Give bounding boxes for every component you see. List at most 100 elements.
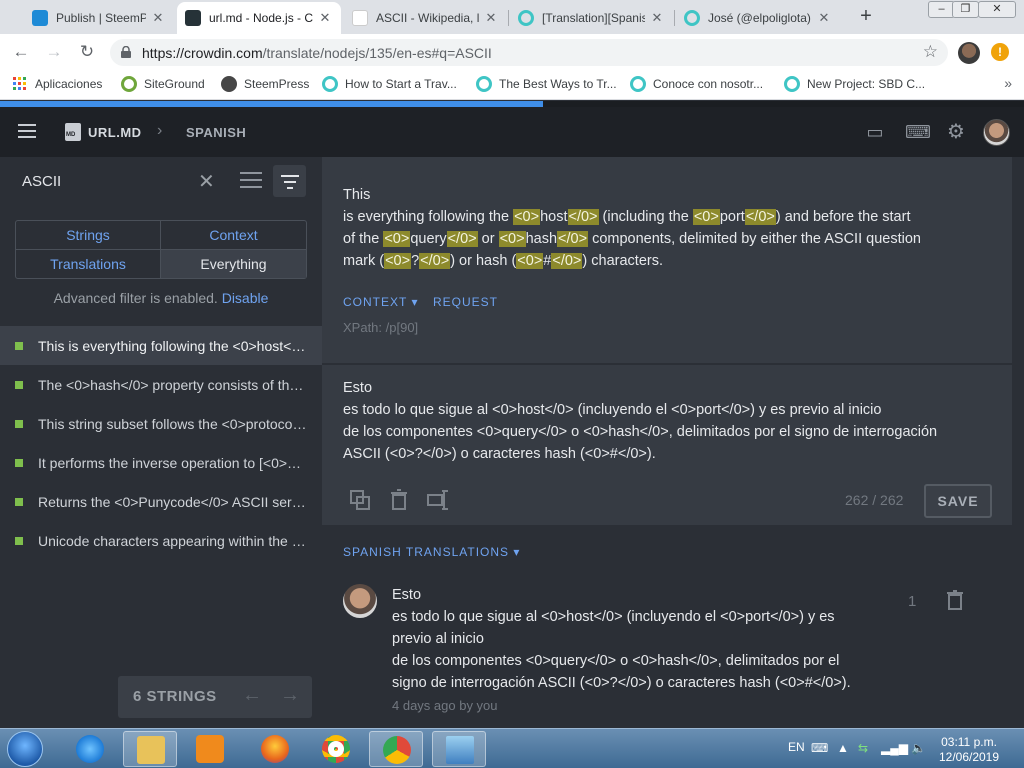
placeholder-tag[interactable]: </0> [446, 231, 478, 247]
bookmark-apps[interactable]: Aplicaciones [12, 76, 102, 92]
taskbar-photos[interactable] [432, 731, 486, 767]
forward-arrow-icon[interactable]: → [42, 40, 66, 64]
profile-avatar[interactable] [958, 42, 980, 64]
placeholder-tag[interactable]: </0> [744, 209, 776, 225]
placeholder-tag[interactable]: </0> [551, 253, 583, 269]
browser-tab[interactable]: José (@elpoliglota) ✕ [676, 2, 840, 34]
bookmark-item[interactable]: The Best Ways to Tr... [476, 76, 617, 92]
media-player-icon [196, 735, 224, 763]
start-button[interactable] [7, 731, 43, 767]
placeholder-tag[interactable]: </0> [567, 209, 599, 225]
string-list-item[interactable]: This string subset follows the <0>protoc… [0, 404, 322, 443]
context-toggle[interactable]: CONTEXT ▾ [343, 295, 418, 309]
user-avatar[interactable] [983, 119, 1010, 146]
split-text-icon[interactable] [427, 489, 449, 511]
bookmark-siteground[interactable]: SiteGround [121, 76, 205, 92]
taskbar-firefox[interactable] [248, 731, 302, 767]
translations-section-toggle[interactable]: SPANISH TRANSLATIONS ▾ [343, 545, 520, 559]
breadcrumb-file[interactable]: URL.MD [88, 125, 142, 140]
browser-tab[interactable]: [Translation][Spanish] ✕ [510, 2, 673, 34]
bookmark-steempress[interactable]: SteemPress [221, 76, 309, 92]
placeholder-tag[interactable]: <0> [383, 231, 411, 247]
clear-search-icon[interactable]: ✕ [198, 169, 215, 194]
placeholder-tag[interactable]: <0> [516, 253, 544, 269]
taskbar-media-player[interactable] [183, 731, 237, 767]
placeholder-tag[interactable]: <0> [498, 231, 526, 247]
breadcrumb-language[interactable]: SPANISH [186, 125, 246, 140]
minimize-button[interactable]: – [928, 1, 955, 18]
translator-avatar[interactable] [343, 584, 377, 618]
translation-editor[interactable]: Esto es todo lo que sigue al <0>host</0>… [322, 365, 1012, 525]
close-window-button[interactable]: ✕ [978, 1, 1016, 18]
taskbar-file-explorer[interactable] [123, 731, 177, 767]
hamburger-menu-icon[interactable] [18, 124, 36, 138]
browser-tab-active[interactable]: url.md - Node.js - Crowdin ✕ [177, 2, 341, 34]
source-text: This is everything following the <0>host<… [343, 184, 943, 272]
keyboard-icon[interactable]: ⌨ [905, 121, 931, 143]
request-link[interactable]: REQUEST [433, 295, 498, 309]
sidebar-layout-icon[interactable]: ▭ [864, 121, 886, 143]
bookmark-item[interactable]: New Project: SBD C... [784, 76, 925, 92]
placeholder-tag[interactable]: <0> [692, 209, 720, 225]
bookmark-item[interactable]: Conoce con nosotr... [630, 76, 763, 92]
search-input[interactable]: ASCII [22, 173, 61, 190]
disable-filter-link[interactable]: Disable [222, 290, 269, 306]
volume-icon[interactable]: 🔈 [911, 741, 926, 755]
bookmark-star-icon[interactable]: ☆ [923, 42, 938, 62]
next-arrow-icon[interactable]: → [280, 684, 300, 707]
character-count: 262 / 262 [845, 492, 904, 508]
close-tab-icon[interactable]: ✕ [317, 10, 333, 26]
scope-translations[interactable]: Translations [16, 250, 161, 278]
advanced-filter-notice: Advanced filter is enabled. Disable [53, 290, 269, 306]
suggested-translation[interactable]: Esto es todo lo que sigue al <0>host</0>… [392, 584, 872, 694]
placeholder-tag[interactable]: </0> [419, 253, 451, 269]
new-tab-button[interactable]: + [854, 4, 878, 28]
close-tab-icon[interactable]: ✕ [649, 10, 665, 26]
warning-extension-icon[interactable]: ! [991, 43, 1009, 61]
scope-strings[interactable]: Strings [16, 221, 161, 250]
close-tab-icon[interactable]: ✕ [816, 10, 832, 26]
string-list-item[interactable]: Unicode characters appearing within the … [0, 521, 322, 560]
translated-status-icon [15, 497, 23, 506]
network-signal-icon[interactable]: ▂▄▆ [881, 741, 908, 755]
list-view-icon[interactable] [240, 172, 262, 190]
url-input[interactable]: https://crowdin.com/translate/nodejs/135… [110, 39, 948, 66]
taskbar-internet-explorer[interactable] [63, 731, 117, 767]
back-arrow-icon[interactable]: ← [9, 40, 33, 64]
bookmark-item[interactable]: How to Start a Trav... [322, 76, 457, 92]
browser-tab[interactable]: Publish | SteemPeak ✕ [24, 2, 174, 34]
scope-context[interactable]: Context [161, 221, 306, 250]
placeholder-tag[interactable]: <0> [384, 253, 412, 269]
maximize-button[interactable]: ❐ [952, 1, 979, 18]
bookmarks-overflow-button[interactable]: » [1004, 75, 1012, 91]
scope-everything[interactable]: Everything [161, 250, 306, 278]
input-language[interactable]: EN [788, 740, 805, 754]
xpath-info: XPath: /p[90] [343, 320, 419, 335]
search-scope-selector: Strings Context Translations Everything [15, 220, 307, 279]
delete-translation-icon[interactable] [946, 590, 964, 610]
placeholder-tag[interactable]: </0> [557, 231, 589, 247]
gear-icon[interactable]: ⚙ [945, 121, 967, 143]
taskbar-chrome[interactable] [309, 731, 363, 767]
save-button[interactable]: SAVE [924, 484, 992, 518]
copy-source-icon[interactable] [349, 489, 371, 511]
taskbar-chrome-active[interactable] [369, 731, 423, 767]
browser-tab[interactable]: ASCII - Wikipedia, la enciclopedia libre… [344, 2, 507, 34]
keyboard-tray-icon[interactable]: ⌨ [811, 741, 828, 755]
string-list-item[interactable]: The <0>hash</0> property consists of the… [0, 365, 322, 404]
string-list-item[interactable]: This is everything following the <0>host… [0, 326, 322, 365]
trash-icon[interactable] [388, 489, 410, 511]
system-clock[interactable]: 03:11 p.m. 12/06/2019 [934, 735, 1004, 765]
sync-tray-icon[interactable]: ⇆ [858, 741, 868, 755]
translation-textarea[interactable]: Esto es todo lo que sigue al <0>host</0>… [343, 377, 983, 465]
close-tab-icon[interactable]: ✕ [483, 10, 499, 26]
filter-icon[interactable] [273, 165, 306, 197]
strings-count: 6 STRINGS [133, 688, 217, 705]
placeholder-tag[interactable]: <0> [513, 209, 541, 225]
string-list-item[interactable]: Returns the <0>Punycode</0> ASCII serial… [0, 482, 322, 521]
reload-icon[interactable]: ↻ [75, 40, 99, 64]
string-list-item[interactable]: It performs the inverse operation to [<0… [0, 443, 322, 482]
previous-arrow-icon[interactable]: ← [242, 684, 262, 707]
close-tab-icon[interactable]: ✕ [150, 10, 166, 26]
show-hidden-icons[interactable]: ▲ [837, 741, 849, 755]
